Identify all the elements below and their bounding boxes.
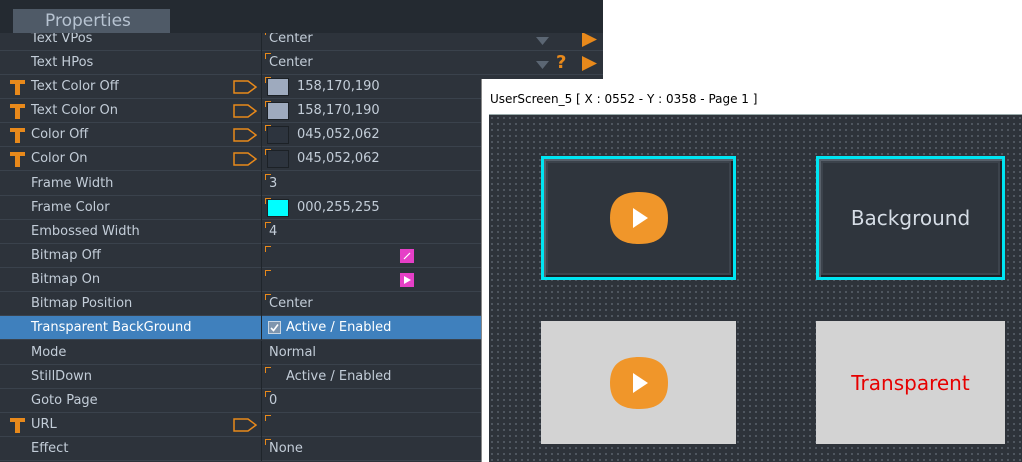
column-divider: [261, 196, 262, 220]
property-value: 000,255,255: [297, 200, 380, 215]
property-name: Bitmap On: [31, 272, 101, 287]
property-row-text-hpos[interactable]: Text HPos Center ?: [0, 51, 603, 76]
property-value: 045,052,062: [297, 127, 380, 142]
edit-corner-marker: [265, 246, 271, 252]
property-value: Center: [269, 55, 313, 70]
play-arrow-icon[interactable]: [580, 31, 598, 48]
text-t-icon: [10, 80, 25, 95]
column-divider: [261, 341, 262, 365]
column-divider: [261, 268, 262, 292]
color-swatch[interactable]: [267, 102, 289, 120]
link-tag-icon[interactable]: [233, 418, 257, 432]
property-value: Center: [269, 296, 313, 311]
column-divider: [261, 172, 262, 196]
edit-corner-marker: [265, 367, 271, 373]
column-divider: [261, 220, 262, 244]
transparent-button[interactable]: Transparent: [816, 321, 1005, 444]
column-divider: [261, 244, 262, 268]
text-t-icon: [10, 104, 25, 119]
property-name: URL: [31, 417, 57, 432]
dropdown-arrow-icon[interactable]: [534, 58, 551, 71]
property-value: Active / Enabled: [286, 320, 392, 335]
play-icon: [609, 356, 668, 409]
property-name: StillDown: [31, 369, 93, 384]
bitmap-browse-button[interactable]: [400, 249, 414, 263]
link-tag-icon[interactable]: [233, 128, 257, 142]
user-screen-window: UserScreen_5 [ X : 0552 - Y : 0358 - Pag…: [481, 79, 1022, 462]
color-swatch[interactable]: [267, 199, 289, 217]
property-value: 0: [269, 393, 278, 408]
user-screen-title: UserScreen_5 [ X : 0552 - Y : 0358 - Pag…: [490, 92, 758, 106]
color-swatch[interactable]: [267, 126, 289, 144]
property-name: Transparent BackGround: [31, 320, 192, 335]
property-name: Mode: [31, 345, 67, 360]
column-divider: [261, 389, 262, 413]
play-icon: [609, 192, 668, 244]
property-name: Text Color On: [31, 103, 118, 118]
edit-corner-marker: [265, 270, 271, 276]
button-label: Background: [850, 206, 971, 230]
text-t-icon: [10, 152, 25, 167]
property-name: Text HPos: [31, 55, 94, 70]
column-divider: [261, 413, 262, 437]
color-swatch[interactable]: [267, 150, 289, 168]
link-tag-icon[interactable]: [233, 104, 257, 118]
column-divider: [261, 365, 262, 389]
property-name: Color Off: [31, 127, 89, 142]
user-screen-canvas[interactable]: Background Transparent: [489, 114, 1022, 462]
tab-properties-label[interactable]: Properties: [13, 9, 170, 33]
background-button[interactable]: Background: [816, 156, 1005, 280]
text-t-icon: [10, 128, 25, 143]
play-button-transparent[interactable]: [541, 321, 736, 444]
pencil-icon: [403, 252, 411, 260]
column-divider: [261, 99, 262, 123]
property-value: None: [269, 441, 303, 456]
column-divider: [261, 75, 262, 99]
edit-corner-marker: [265, 415, 271, 421]
tabbar-overlay: Properties: [0, 0, 603, 33]
link-tag-icon[interactable]: [233, 80, 257, 94]
bitmap-browse-button[interactable]: [400, 273, 414, 287]
property-value: 4: [269, 224, 278, 239]
text-t-icon: [10, 418, 25, 433]
transparent-background-checkbox[interactable]: [268, 321, 281, 334]
checkmark-icon: [270, 324, 279, 332]
property-name: Goto Page: [31, 393, 98, 408]
color-swatch[interactable]: [267, 78, 289, 96]
column-divider: [261, 51, 262, 75]
property-name: Embossed Width: [31, 224, 140, 239]
property-name: Text Color Off: [31, 79, 119, 94]
link-tag-icon[interactable]: [233, 152, 257, 166]
column-divider: [261, 292, 262, 316]
property-value: 158,170,190: [297, 79, 380, 94]
column-divider: [261, 316, 262, 340]
property-value: Normal: [269, 345, 317, 360]
help-question-icon[interactable]: ?: [556, 52, 566, 74]
play-button-framed[interactable]: [541, 156, 736, 280]
property-name: Bitmap Off: [31, 248, 101, 263]
property-value: 158,170,190: [297, 103, 380, 118]
property-name: Effect: [31, 441, 69, 456]
cursor-icon: [404, 276, 411, 284]
column-divider: [261, 123, 262, 147]
property-value: 3: [269, 176, 278, 191]
property-value: 045,052,062: [297, 151, 380, 166]
property-name: Color On: [31, 151, 88, 166]
column-divider: [261, 437, 262, 461]
property-value[interactable]: Active / Enabled: [286, 365, 391, 389]
dropdown-arrow-icon[interactable]: [534, 34, 551, 47]
column-divider: [261, 147, 262, 171]
property-name: Frame Width: [31, 176, 114, 191]
play-arrow-icon[interactable]: [580, 55, 598, 72]
property-name: Bitmap Position: [31, 296, 133, 311]
property-name: Frame Color: [31, 200, 110, 215]
button-label: Transparent: [851, 370, 970, 395]
